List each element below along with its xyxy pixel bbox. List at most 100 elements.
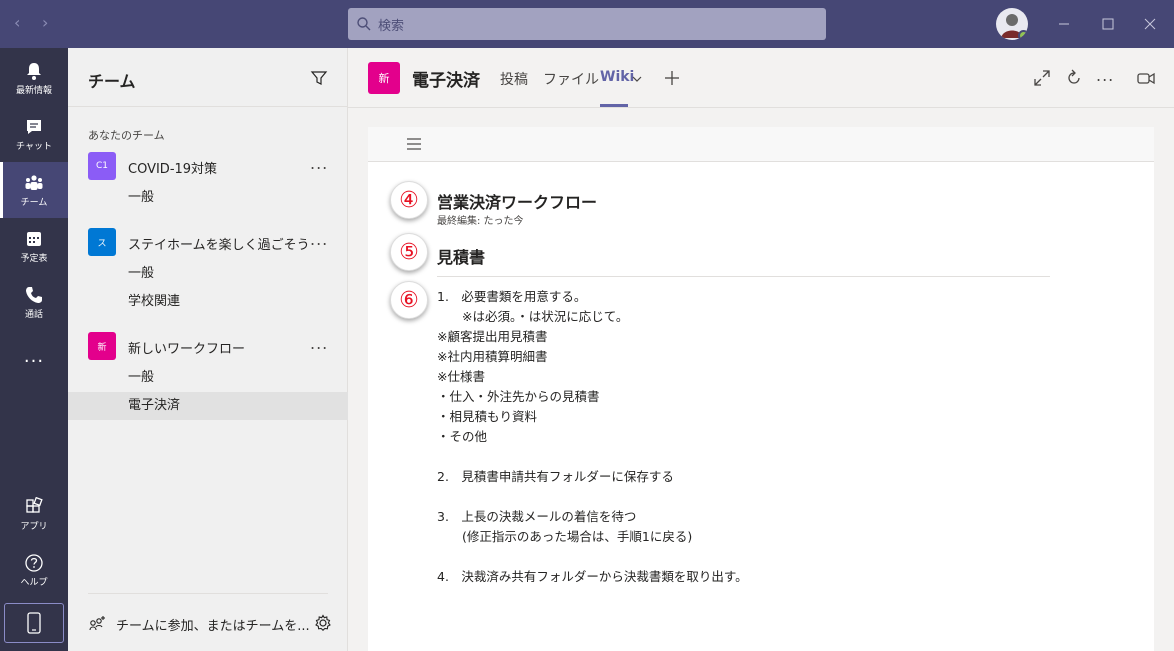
menu-icon[interactable] <box>406 137 422 151</box>
rail-label: 予定表 <box>20 253 48 264</box>
last-edited-label: 最終編集: たった今 <box>437 216 524 227</box>
wiki-body-line: 3. 上長の決裁メールの着信を待つ <box>437 509 637 524</box>
refresh-icon[interactable] <box>1064 68 1084 88</box>
calendar-icon <box>27 231 41 246</box>
maximize-button[interactable] <box>1094 10 1122 38</box>
channel-title: 電子決済 <box>412 71 480 91</box>
rail-label: アプリ <box>20 521 48 532</box>
teams-panel-header: チーム <box>68 48 347 107</box>
rail-item-activity[interactable]: 最新情報 <box>0 50 68 106</box>
phone-icon <box>26 286 42 303</box>
wiki-body-line: ※は必須。・は状況に応じて。 <box>437 309 629 324</box>
team-more-button[interactable]: ... <box>310 154 328 173</box>
presence-available-icon <box>1018 30 1028 40</box>
rail-item-calendar[interactable]: 予定表 <box>0 218 68 274</box>
maximize-icon <box>1102 18 1114 30</box>
rail-item-chat[interactable]: チャット <box>0 106 68 162</box>
wiki-body-line: 2. 見積書申請共有フォルダーに保存する <box>437 469 674 484</box>
team-avatar: ス <box>88 228 116 256</box>
add-tab-icon[interactable] <box>664 70 680 86</box>
wiki-body-line: 1. 必要書類を用意する。 <box>437 289 587 304</box>
wiki-body-line: 4. 決裁済み共有フォルダーから決裁書類を取り出す。 <box>437 569 748 584</box>
join-label: チームに参加、またはチームを... <box>116 618 310 634</box>
rail-item-help[interactable]: ヘルプ <box>0 542 68 598</box>
mobile-app-button[interactable] <box>4 603 64 643</box>
rail-more-button[interactable]: ... <box>0 328 68 384</box>
forward-arrow-icon[interactable]: › <box>42 13 48 32</box>
teams-panel-title: チーム <box>88 72 136 91</box>
rail-label: チャット <box>16 141 52 152</box>
wiki-body-line: ・その他 <box>437 429 488 444</box>
wiki-body-line: ・仕入・外注先からの見積書 <box>437 389 600 404</box>
team-avatar: 新 <box>88 332 116 360</box>
gear-icon[interactable] <box>314 614 332 632</box>
meet-now-icon[interactable] <box>1136 68 1156 88</box>
close-icon <box>1144 18 1156 30</box>
teams-icon <box>25 174 43 190</box>
rail-label: 最新情報 <box>15 85 52 96</box>
teams-panel: チーム あなたのチーム C1 COVID-19対策 ... 一般 ス ステイホー… <box>68 48 348 651</box>
wiki-body-line: (修正指示のあった場合は、手順1に戻る) <box>437 529 693 544</box>
title-bar: ‹ › 検索 <box>0 0 1174 48</box>
annotation-marker: ④ <box>390 181 428 219</box>
add-team-icon <box>89 616 105 631</box>
wiki-toolbar <box>368 127 1154 162</box>
bell-icon <box>27 62 41 80</box>
join-or-create-team-button[interactable]: チームに参加、またはチームを... <box>88 612 328 636</box>
channel-general[interactable]: 一般 <box>68 364 348 392</box>
mobile-phone-icon <box>27 612 41 634</box>
annotation-marker: ⑤ <box>390 233 428 271</box>
minimize-icon <box>1059 23 1069 25</box>
active-tab-indicator <box>600 104 628 107</box>
minimize-button[interactable] <box>1050 10 1078 38</box>
wiki-section-title[interactable]: 見積書 <box>437 244 485 268</box>
channel-general[interactable]: 一般 <box>68 184 348 212</box>
tab-files[interactable]: ファイル <box>543 69 599 89</box>
rail-label: 通話 <box>24 309 43 320</box>
team-row-stayhome[interactable]: ス ステイホームを楽しく過ごそう ... <box>68 228 348 256</box>
tab-posts[interactable]: 投稿 <box>500 69 528 89</box>
team-name: 新しいワークフロー <box>128 342 246 357</box>
team-row-covid[interactable]: C1 COVID-19対策 ... <box>68 152 348 180</box>
close-button[interactable] <box>1136 10 1164 38</box>
team-more-button[interactable]: ... <box>310 230 328 249</box>
back-arrow-icon[interactable]: ‹ <box>14 13 20 32</box>
wiki-body-line: ※仕様書 <box>437 369 485 384</box>
section-divider <box>437 276 1050 277</box>
wiki-body-line: ・相見積もり資料 <box>437 409 538 424</box>
search-input[interactable]: 検索 <box>348 8 826 40</box>
rail-item-apps[interactable]: アプリ <box>0 486 68 542</box>
annotation-marker: ⑥ <box>390 281 428 319</box>
chevron-down-icon[interactable] <box>632 75 642 83</box>
channel-e-approval[interactable]: 電子決済 <box>68 392 348 420</box>
wiki-page-title[interactable]: 営業決済ワークフロー <box>437 189 597 213</box>
team-name: ステイホームを楽しく過ごそう <box>128 238 310 253</box>
more-icon: ... <box>23 345 45 367</box>
wiki-page: ④ 営業決済ワークフロー 最終編集: たった今 ⑤ 見積書 ⑥ 1. 必要書類を… <box>368 127 1154 651</box>
user-avatar[interactable] <box>996 8 1028 40</box>
expand-icon[interactable] <box>1032 68 1052 88</box>
teams-panel-footer: チームに参加、またはチームを... <box>88 593 331 634</box>
more-options-button[interactable]: ... <box>1096 66 1116 86</box>
filter-icon[interactable] <box>310 69 328 87</box>
apps-icon <box>26 496 43 513</box>
channel-school[interactable]: 学校関連 <box>68 288 348 316</box>
search-icon <box>357 17 371 31</box>
app-rail: 最新情報 チャット チーム 予定表 通話 ... アプリ ヘルプ <box>0 48 68 651</box>
rail-label: チーム <box>20 197 48 208</box>
rail-label: ヘルプ <box>20 577 48 588</box>
team-name: COVID-19対策 <box>128 162 218 177</box>
channel-general[interactable]: 一般 <box>68 260 348 288</box>
team-row-new-workflow[interactable]: 新 新しいワークフロー ... <box>68 332 348 360</box>
rail-item-calls[interactable]: 通話 <box>0 274 68 330</box>
search-placeholder: 検索 <box>378 18 405 34</box>
chat-icon <box>27 119 41 134</box>
rail-item-teams[interactable]: チーム <box>0 162 68 218</box>
tab-wiki[interactable]: Wiki <box>600 69 634 85</box>
channel-team-avatar: 新 <box>368 62 400 94</box>
team-avatar: C1 <box>88 152 116 180</box>
channel-header: 新 電子決済 投稿 ファイル Wiki ... <box>348 48 1174 108</box>
team-more-button[interactable]: ... <box>310 334 328 353</box>
wiki-body-line: ※社内用積算明細書 <box>437 349 548 364</box>
help-icon <box>25 553 43 572</box>
